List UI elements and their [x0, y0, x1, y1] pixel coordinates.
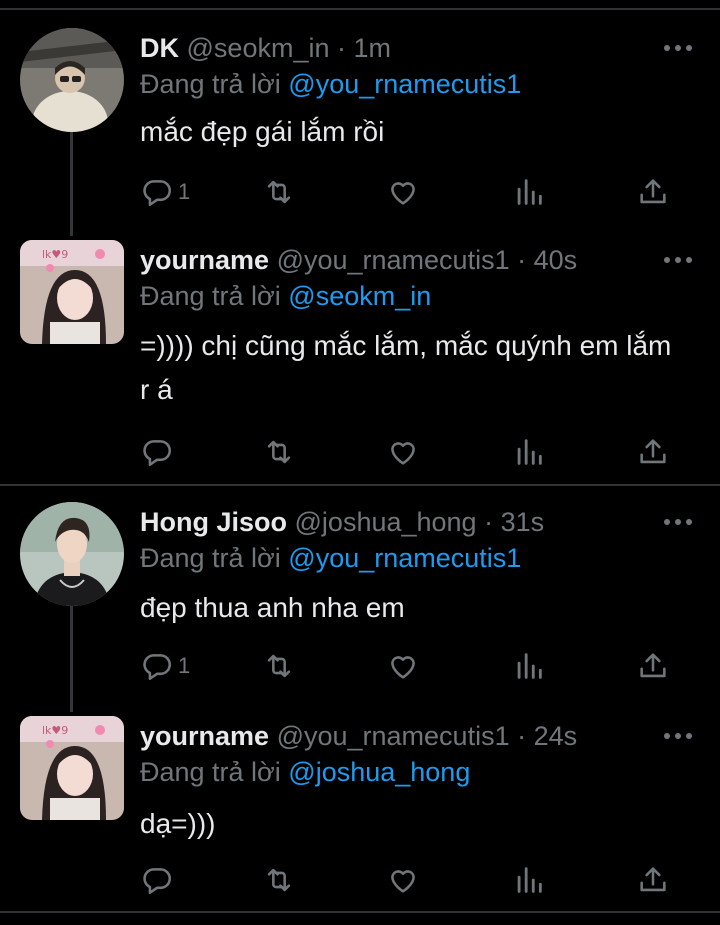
tweet-header: Hong Jisoo @joshua_hong · 31s: [140, 502, 544, 542]
author-name[interactable]: DK: [140, 33, 179, 63]
tweet-text: dạ=))): [140, 808, 216, 839]
like-icon: [391, 870, 415, 893]
conversation-divider: [0, 484, 720, 486]
reply-icon: [143, 440, 172, 467]
mention-link[interactable]: @seokm_in: [288, 281, 431, 311]
mention-link[interactable]: @joshua_hong: [288, 757, 470, 787]
like-button[interactable]: [386, 434, 420, 470]
avatar[interactable]: lk♥9: [20, 716, 124, 820]
author-name[interactable]: yourname: [140, 721, 269, 751]
reply-icon: [143, 180, 172, 207]
retweet-icon: [267, 654, 291, 678]
timestamp[interactable]: 24s: [534, 721, 578, 751]
tweet-text: mắc đẹp gái lắm rồi: [140, 116, 385, 147]
like-button[interactable]: [386, 174, 420, 210]
tweet[interactable]: lk♥9 yourname @you_rnamecutis1 · 40s Đan…: [0, 240, 720, 470]
views-button[interactable]: [512, 434, 546, 470]
reply-count: 1: [178, 179, 191, 204]
replying-to-label: Đang trả lời: [140, 543, 281, 573]
like-icon: [391, 656, 415, 679]
tweet[interactable]: DK @seokm_in · 1m Đang trả lời @you_rnam…: [0, 28, 720, 228]
separator-dot: ·: [337, 33, 346, 63]
tweet-actions: [140, 434, 680, 470]
replying-to: Đang trả lời @joshua_hong: [140, 754, 470, 790]
author-handle[interactable]: @seokm_in: [187, 33, 330, 63]
views-icon: [517, 439, 542, 465]
replying-to: Đang trả lời @you_rnamecutis1: [140, 540, 521, 576]
more-icon[interactable]: [664, 731, 692, 741]
timestamp[interactable]: 31s: [501, 507, 545, 537]
avatar[interactable]: [20, 502, 124, 606]
tweet-actions: [140, 862, 680, 898]
tweet[interactable]: lk♥9 yourname @you_rnamecutis1 · 24s Đan…: [0, 716, 720, 906]
retweet-icon: [267, 440, 291, 464]
share-icon: [640, 179, 666, 204]
replying-to-label: Đang trả lời: [140, 757, 281, 787]
like-icon: [391, 182, 415, 205]
tweet-text: =)))) chị cũng mắc lắm, mắc quýnh em lắm…: [140, 330, 672, 405]
retweet-button[interactable]: [262, 174, 296, 210]
svg-text:lk♥9: lk♥9: [42, 248, 68, 261]
avatar[interactable]: lk♥9: [20, 240, 124, 344]
reply-button[interactable]: [140, 862, 178, 898]
views-icon: [517, 653, 542, 679]
svg-text:lk♥9: lk♥9: [42, 724, 68, 737]
tweet-actions: 1: [140, 174, 680, 210]
tweet-header: yourname @you_rnamecutis1 · 24s: [140, 716, 577, 756]
separator-dot: ·: [484, 507, 494, 537]
share-icon: [640, 867, 666, 892]
share-icon: [640, 439, 666, 464]
top-divider: [0, 8, 720, 10]
retweet-icon: [267, 868, 291, 892]
replying-to-label: Đang trả lời: [140, 69, 281, 99]
share-button[interactable]: [636, 648, 670, 684]
like-button[interactable]: [386, 862, 420, 898]
reply-button[interactable]: 1: [140, 648, 190, 684]
tweet-header: DK @seokm_in · 1m: [140, 28, 391, 68]
views-button[interactable]: [512, 648, 546, 684]
retweet-button[interactable]: [262, 862, 296, 898]
views-icon: [517, 867, 542, 893]
share-button[interactable]: [636, 434, 670, 470]
share-button[interactable]: [636, 862, 670, 898]
separator-dot: ·: [517, 721, 527, 751]
replying-to: Đang trả lời @seokm_in: [140, 278, 431, 314]
mention-link[interactable]: @you_rnamecutis1: [288, 543, 521, 573]
reply-button[interactable]: 1: [140, 174, 190, 210]
reply-button[interactable]: [140, 434, 178, 470]
tweet[interactable]: Hong Jisoo @joshua_hong · 31s Đang trả l…: [0, 502, 720, 702]
retweet-button[interactable]: [262, 648, 296, 684]
reply-icon: [143, 868, 172, 895]
share-icon: [640, 653, 666, 678]
like-button[interactable]: [386, 648, 420, 684]
bottom-divider: [0, 911, 720, 913]
more-icon[interactable]: [664, 255, 692, 265]
tweet-text: đẹp thua anh nha em: [140, 592, 405, 623]
separator-dot: ·: [517, 245, 527, 275]
reply-count: 1: [178, 653, 191, 678]
timestamp[interactable]: 40s: [534, 245, 578, 275]
author-handle[interactable]: @joshua_hong: [295, 507, 477, 537]
avatar[interactable]: [20, 28, 124, 132]
tweet-header: yourname @you_rnamecutis1 · 40s: [140, 240, 577, 280]
more-icon[interactable]: [664, 517, 692, 527]
replying-to: Đang trả lời @you_rnamecutis1: [140, 66, 521, 102]
replying-to-label: Đang trả lời: [140, 281, 281, 311]
views-button[interactable]: [512, 174, 546, 210]
like-icon: [391, 442, 415, 465]
author-handle[interactable]: @you_rnamecutis1: [277, 721, 510, 751]
mention-link[interactable]: @you_rnamecutis1: [288, 69, 521, 99]
views-button[interactable]: [512, 862, 546, 898]
retweet-button[interactable]: [262, 434, 296, 470]
timestamp[interactable]: 1m: [354, 33, 392, 63]
author-handle[interactable]: @you_rnamecutis1: [277, 245, 510, 275]
author-name[interactable]: yourname: [140, 245, 269, 275]
reply-icon: [143, 654, 172, 681]
more-icon[interactable]: [664, 43, 692, 53]
share-button[interactable]: [636, 174, 670, 210]
author-name[interactable]: Hong Jisoo: [140, 507, 287, 537]
retweet-icon: [267, 180, 291, 204]
views-icon: [517, 179, 542, 205]
tweet-actions: 1: [140, 648, 680, 684]
